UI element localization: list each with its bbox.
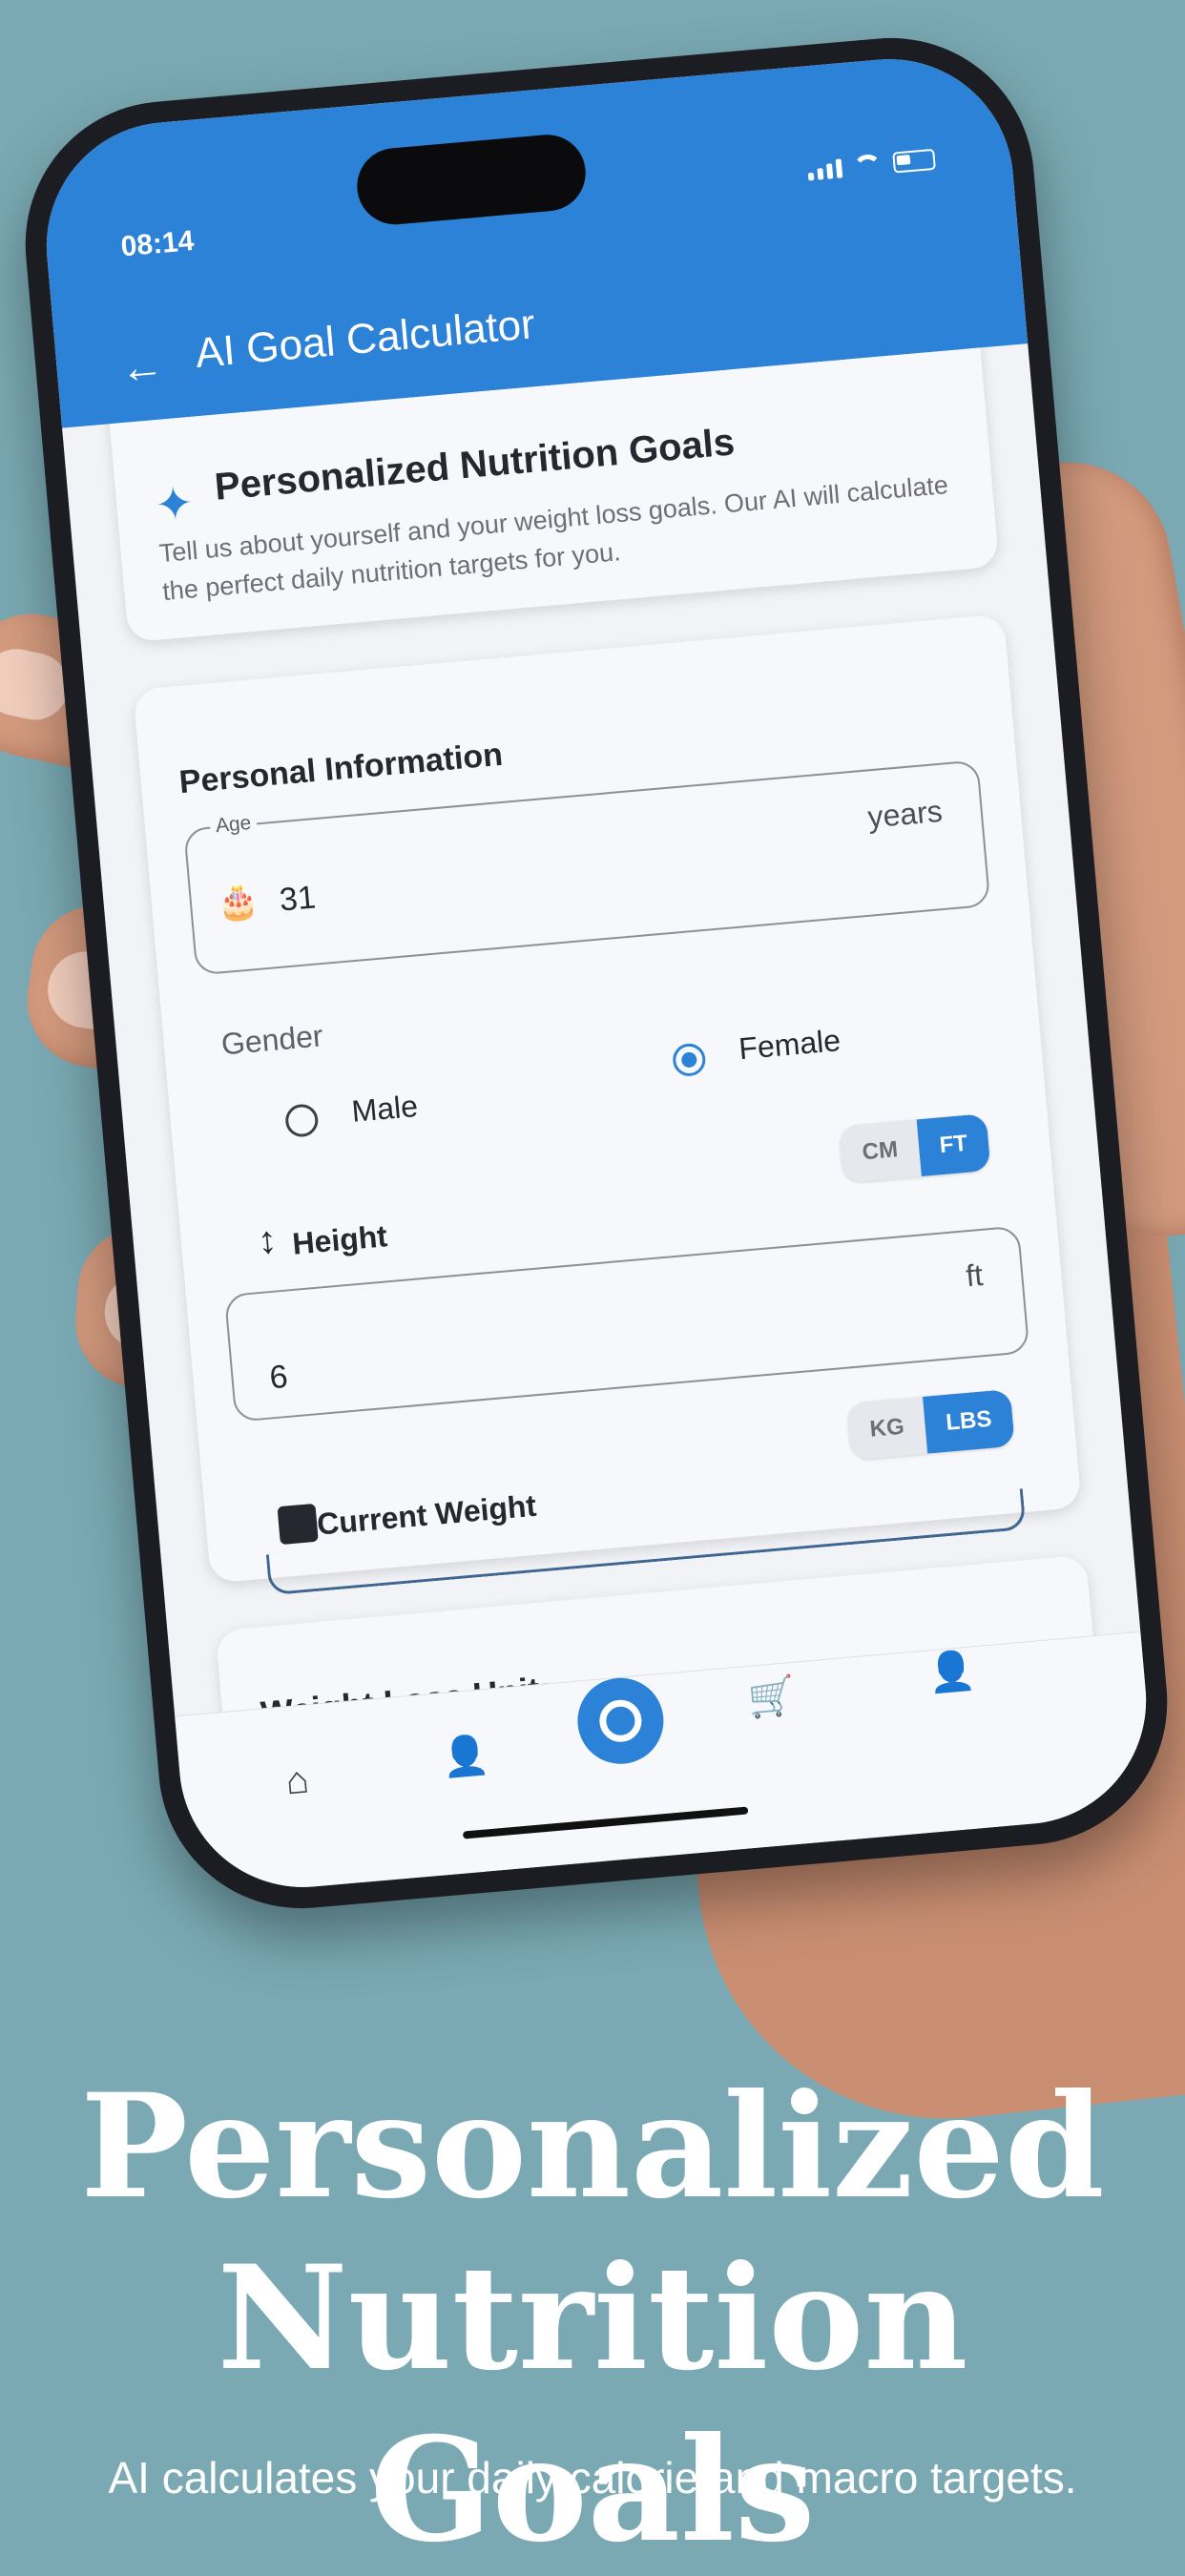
profile-icon[interactable]: 👤 xyxy=(925,1647,977,1695)
home-indicator xyxy=(462,1806,749,1839)
female-label[interactable]: Female xyxy=(738,1023,842,1067)
dynamic-island xyxy=(353,131,590,228)
scroll-content[interactable]: ✦ Personalized Nutrition Goals Tell us a… xyxy=(62,343,1142,1736)
age-value: 31 xyxy=(278,879,318,919)
female-radio[interactable] xyxy=(671,1042,707,1078)
unit-kg-button[interactable]: KG xyxy=(846,1397,927,1461)
unit-lbs-button[interactable]: LBS xyxy=(922,1388,1015,1454)
height-label: Height xyxy=(290,1218,389,1261)
wifi-icon xyxy=(852,154,883,177)
weight-unit-toggle[interactable]: KG LBS xyxy=(846,1388,1015,1461)
profile-icon[interactable]: 👤 xyxy=(440,1732,491,1780)
cake-icon: 🎂 xyxy=(215,880,261,924)
unit-ft-button[interactable]: FT xyxy=(916,1112,991,1177)
age-label: Age xyxy=(209,811,259,839)
headline-line-1: Personalized xyxy=(80,2063,1105,2231)
page-title: AI Goal Calculator xyxy=(193,301,537,378)
height-suffix: ft xyxy=(964,1257,985,1294)
section-title: Personal Information xyxy=(177,736,505,801)
marketing-subline: AI calculates your daily calorie and mac… xyxy=(108,2453,1077,2503)
status-time: 08:14 xyxy=(119,224,196,263)
cart-icon[interactable]: 🛒 xyxy=(746,1672,798,1721)
home-icon[interactable]: ⌂ xyxy=(284,1759,311,1804)
unit-cm-button[interactable]: CM xyxy=(839,1119,921,1183)
sparkle-icon: ✦ xyxy=(153,478,196,532)
arrow-left-icon[interactable]: ← xyxy=(118,340,166,393)
status-icons xyxy=(807,148,936,181)
male-radio[interactable] xyxy=(283,1103,320,1138)
battery-icon xyxy=(892,148,936,174)
scale-icon xyxy=(277,1503,319,1546)
phone-screen: 08:14 ← AI Goal Calculator ✦ Personalize… xyxy=(36,49,1156,1898)
vertical-arrows-icon: ↕ xyxy=(256,1218,279,1262)
headline-line-2: Nutrition Goals xyxy=(217,2234,968,2574)
target-icon[interactable] xyxy=(573,1674,668,1768)
age-suffix: years xyxy=(866,793,945,835)
height-unit-toggle[interactable]: CM FT xyxy=(839,1112,991,1184)
personal-info-card: Personal Information Age 🎂 31 years Gend… xyxy=(133,613,1082,1596)
signal-icon xyxy=(807,158,843,181)
age-field[interactable]: Age 🎂 31 years xyxy=(183,759,991,976)
height-value: 6 xyxy=(268,1358,290,1397)
male-label[interactable]: Male xyxy=(350,1089,419,1130)
gender-label: Gender xyxy=(219,1018,324,1062)
phone-frame: 08:14 ← AI Goal Calculator ✦ Personalize… xyxy=(13,26,1179,1921)
